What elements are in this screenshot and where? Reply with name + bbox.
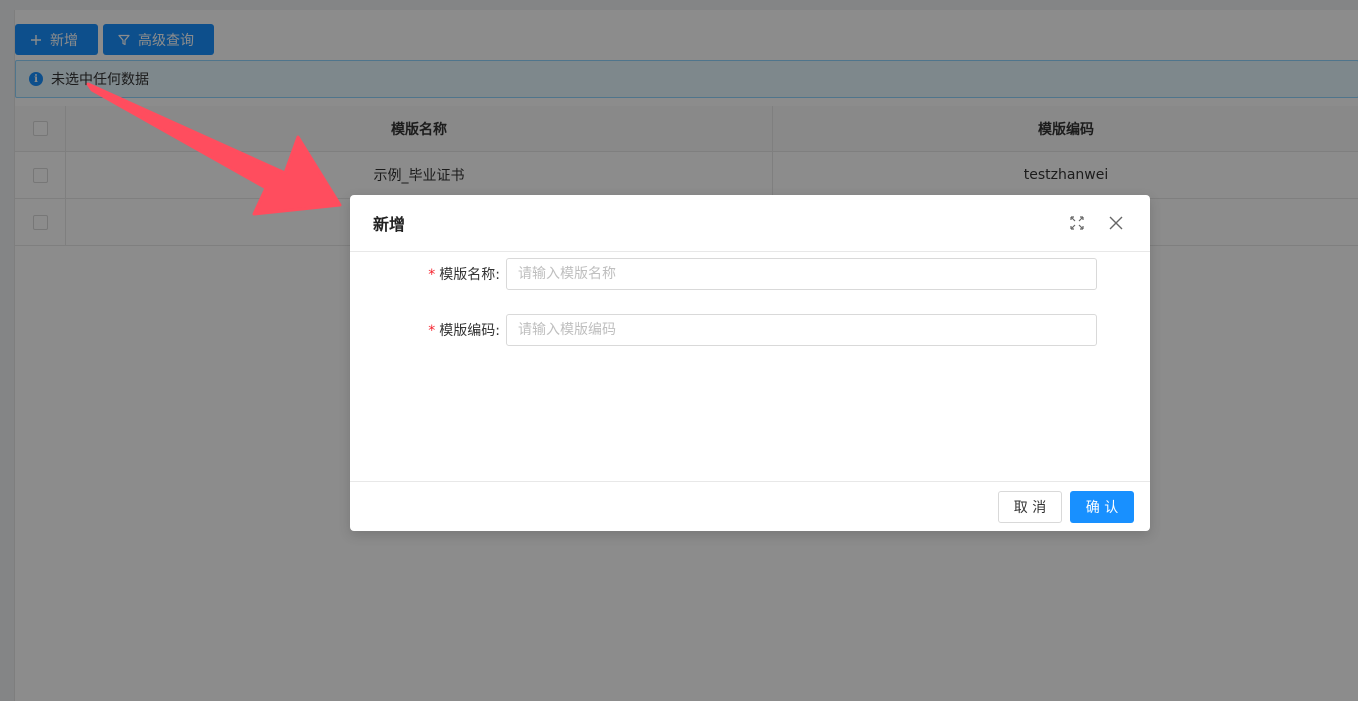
form-row-template-code: * 模版编码: — [350, 314, 1097, 346]
template-name-label-colon: : — [495, 267, 500, 283]
modal-header: 新增 — [350, 195, 1150, 252]
required-mark: * — [428, 267, 436, 283]
fullscreen-icon[interactable] — [1069, 215, 1085, 231]
cancel-button[interactable]: 取 消 — [998, 490, 1062, 523]
template-name-input[interactable] — [506, 258, 1097, 290]
confirm-button[interactable]: 确 认 — [1070, 490, 1134, 523]
add-modal: 新增 *模版名称: *模版编码: 取 消 确 认 — [350, 195, 1150, 531]
modal-title: 新增 — [373, 215, 406, 234]
modal-footer: 取 消 确 认 — [350, 481, 1150, 531]
template-name-label: * 模版名称: — [350, 264, 506, 284]
template-code-input[interactable] — [506, 314, 1097, 346]
form-row-template-name: * 模版名称: — [350, 258, 1097, 290]
template-name-label-text: 模版名称 — [439, 267, 496, 283]
required-mark: * — [428, 323, 436, 339]
template-code-label: * 模版编码: — [350, 320, 506, 340]
template-code-label-text: 模版编码 — [439, 323, 496, 339]
modal-header-icons — [1069, 215, 1124, 231]
template-code-label-colon: : — [495, 323, 500, 339]
close-icon[interactable] — [1108, 215, 1124, 231]
